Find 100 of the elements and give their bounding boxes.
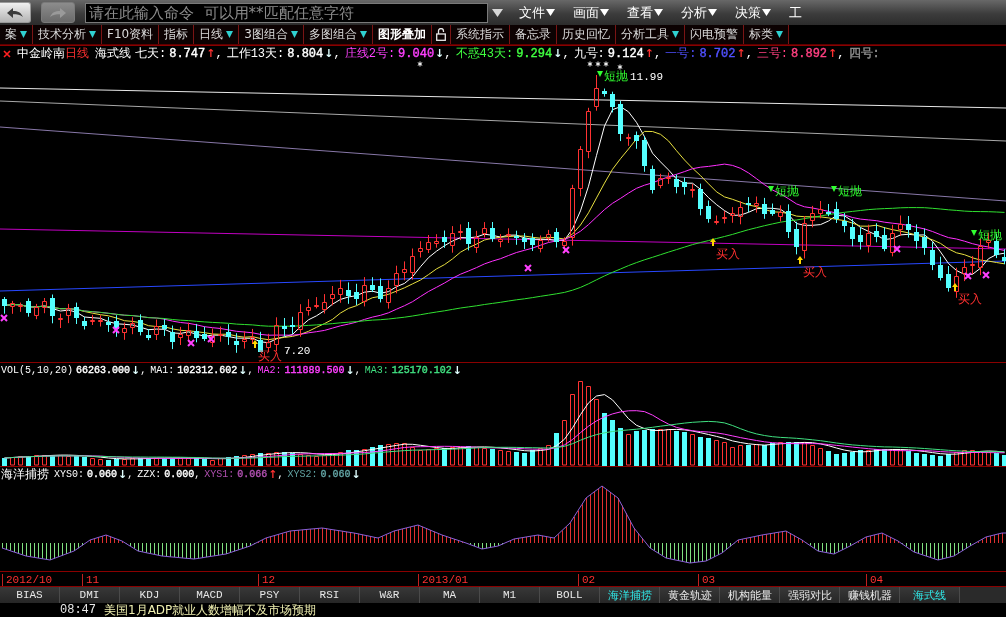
signal-label: 短抛 bbox=[604, 69, 628, 83]
toolbar-tab[interactable]: 系统指示 bbox=[450, 25, 510, 44]
triangle-marker-icon bbox=[597, 71, 603, 77]
reading-label: 三号: bbox=[756, 46, 789, 62]
signal-label: 短抛 bbox=[838, 184, 862, 198]
comma-separator: , bbox=[247, 365, 254, 376]
arrow-up-icon bbox=[710, 238, 716, 246]
reading-label: 工作13天: bbox=[226, 46, 285, 62]
indicator-tab[interactable]: PSY bbox=[240, 587, 300, 603]
indicator-tab[interactable]: MACD bbox=[180, 587, 240, 603]
indicator-tab[interactable]: 赚钱机器 bbox=[840, 587, 900, 603]
indicator-tab[interactable]: RSI bbox=[300, 587, 360, 603]
indicator-tab[interactable]: BIAS bbox=[0, 587, 60, 603]
back-button[interactable] bbox=[0, 2, 31, 23]
asterisk-icon bbox=[417, 61, 423, 67]
reading-label: 九号: bbox=[573, 46, 605, 62]
reading-label: MA3: bbox=[364, 365, 389, 376]
indicator-tab[interactable]: MA bbox=[420, 587, 480, 603]
comma-separator: , bbox=[215, 46, 223, 61]
date-label: 04 bbox=[870, 574, 884, 586]
date-label: 2012/10 bbox=[6, 574, 53, 586]
trend-arrow: ↓ bbox=[345, 364, 355, 377]
signal-label: 短抛 bbox=[775, 184, 799, 198]
indicator-tab[interactable]: W&R bbox=[360, 587, 420, 603]
comma-separator: , bbox=[354, 365, 361, 376]
toolbar-tab[interactable]: 多图组合 bbox=[303, 25, 373, 44]
menu-item[interactable]: 决策 bbox=[733, 2, 773, 23]
menu-item[interactable]: 查看 bbox=[625, 2, 665, 23]
toolbar-tab[interactable]: 历史回忆 bbox=[556, 25, 616, 44]
toolbar-tab[interactable]: 备忘录 bbox=[509, 25, 557, 44]
command-input[interactable]: 请在此输入命令 可以用**匹配任意字符 bbox=[85, 2, 488, 23]
cross-marker-icon bbox=[187, 339, 195, 347]
toolbar-tab[interactable]: 技术分析 bbox=[33, 25, 102, 44]
cross-marker-icon bbox=[893, 245, 901, 253]
toolbar-tab[interactable]: 案 bbox=[0, 25, 33, 44]
comma-separator: , bbox=[562, 46, 570, 61]
cross-marker-icon bbox=[0, 314, 8, 322]
arrow-left-icon bbox=[6, 6, 24, 19]
toolbar-tab[interactable]: F10资料 bbox=[102, 25, 160, 44]
asterisk-icon bbox=[603, 61, 609, 67]
reading-value: 9.294 bbox=[516, 46, 553, 61]
trend-arrow: ↑ bbox=[644, 47, 654, 60]
signal-label: 短抛 bbox=[978, 228, 1002, 242]
trend-arrow: ↓ bbox=[238, 364, 248, 377]
trend-arrow: ↑ bbox=[736, 47, 746, 60]
news-time: 08:47 bbox=[60, 603, 96, 617]
toolbar-tab[interactable]: 指标 bbox=[159, 25, 195, 44]
reading-label: 不惑43天: bbox=[455, 46, 514, 62]
signal-label: 买入 bbox=[716, 247, 740, 261]
date-label: 02 bbox=[582, 574, 596, 586]
signal-label: 买入 bbox=[258, 349, 282, 362]
reading-label: VOL(5,10,20) bbox=[1, 365, 73, 376]
indicator-name: 海式线 bbox=[95, 46, 131, 62]
reading-label: ZZX: bbox=[137, 469, 162, 480]
asterisk-icon bbox=[617, 64, 623, 70]
cross-marker-icon bbox=[207, 335, 215, 343]
comma-separator: , bbox=[333, 46, 341, 61]
menu-item[interactable]: 文件 bbox=[517, 2, 557, 23]
trend-arrow: ↑ bbox=[828, 47, 838, 60]
trend-arrow: ↑ bbox=[206, 47, 216, 60]
date-label: 11 bbox=[86, 574, 100, 586]
date-label: 12 bbox=[262, 574, 276, 586]
toolbar-tab[interactable]: 日线 bbox=[194, 25, 240, 44]
cross-marker-icon bbox=[112, 326, 120, 334]
reading-value: 102312.602 bbox=[177, 365, 238, 376]
toolbar-tab[interactable]: 图形叠加 bbox=[372, 25, 432, 44]
reading-value: 0.066 bbox=[237, 469, 268, 480]
indicator-tab[interactable]: 机构能量 bbox=[720, 587, 780, 603]
reading-label: MA1: bbox=[150, 365, 175, 376]
toolbar-tab[interactable]: 标类 bbox=[743, 25, 789, 44]
indicator-tab[interactable]: 黄金轨迹 bbox=[660, 587, 720, 603]
signal-label: 买入 bbox=[803, 265, 827, 279]
comma-separator: , bbox=[444, 46, 452, 61]
reading-value: 8.747 bbox=[169, 46, 206, 61]
toolbar-tab[interactable]: 3图组合 bbox=[239, 25, 304, 44]
reading-label: 四号: bbox=[848, 46, 880, 62]
comma-separator: , bbox=[837, 46, 845, 61]
comma-separator: , bbox=[140, 365, 147, 376]
indicator-tab[interactable]: 强弱对比 bbox=[780, 587, 840, 603]
toolbar-tab[interactable]: 闪电预警 bbox=[684, 25, 744, 44]
indicator-tab[interactable]: M1 bbox=[480, 587, 540, 603]
reading-value: 0.060 bbox=[320, 469, 351, 480]
trend-arrow: ↑ bbox=[268, 468, 278, 481]
menu-item[interactable]: 画面 bbox=[571, 2, 611, 23]
indicator-tab[interactable]: KDJ bbox=[120, 587, 180, 603]
indicator-tab[interactable]: BOLL bbox=[540, 587, 600, 603]
menu-item[interactable]: 工 bbox=[787, 2, 804, 23]
reading-value: 8.804 bbox=[287, 46, 324, 61]
trend-arrow: ↓ bbox=[351, 468, 361, 481]
toolbar-tab[interactable]: 分析工具 bbox=[615, 25, 685, 44]
triangle-marker-icon bbox=[768, 186, 774, 192]
triangle-marker-icon bbox=[971, 230, 977, 236]
close-icon[interactable] bbox=[3, 49, 11, 58]
menu-item[interactable]: 分析 bbox=[679, 2, 719, 23]
reading-value: 111889.500 bbox=[284, 365, 345, 376]
indicator-tab[interactable]: 海洋捕捞 bbox=[600, 587, 660, 603]
indicator-tab[interactable]: 海式线 bbox=[900, 587, 960, 603]
cross-marker-icon bbox=[524, 264, 532, 272]
news-headline[interactable]: 美国1月ADP就业人数增幅不及市场预期 bbox=[104, 601, 317, 617]
indicator-tab[interactable]: DMI bbox=[60, 587, 120, 603]
